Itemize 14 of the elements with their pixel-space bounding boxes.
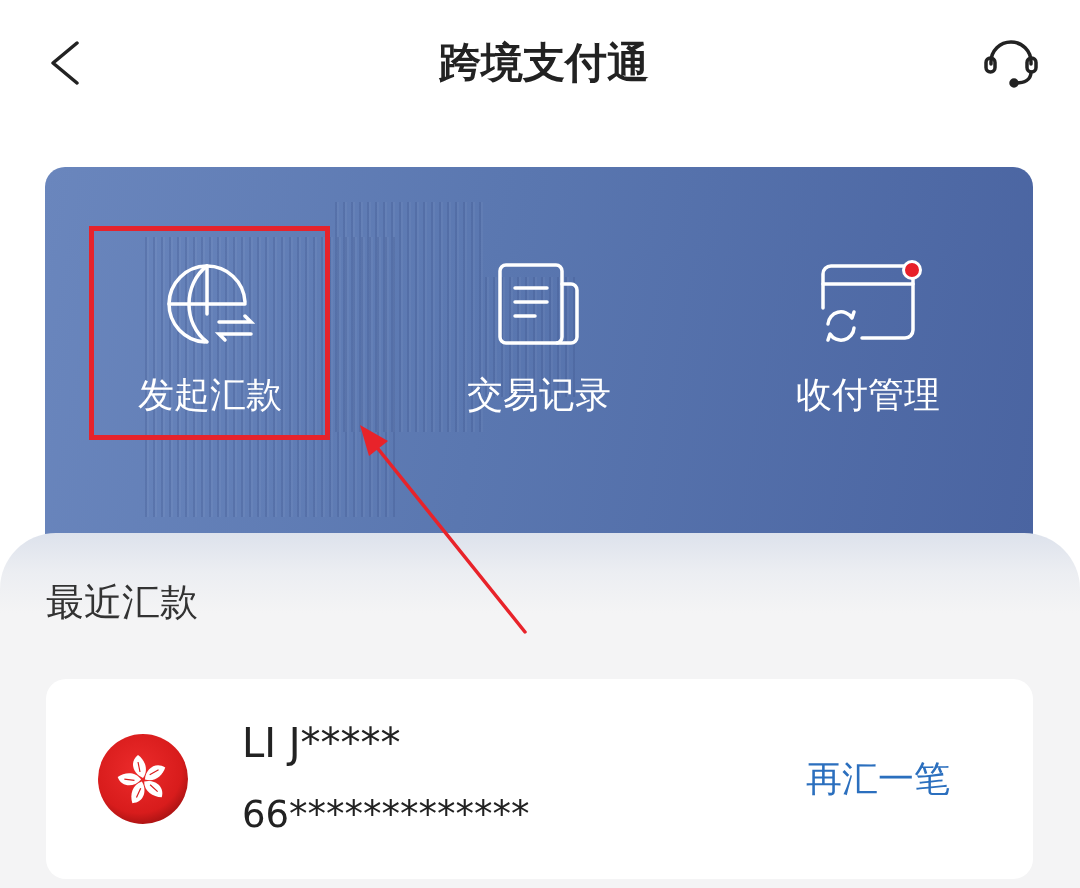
account-number: 66************* <box>242 792 530 838</box>
section-title: 最近汇款 <box>46 579 199 626</box>
headset-icon[interactable] <box>984 37 1038 88</box>
repeat-transfer-link[interactable]: 再汇一笔 <box>806 756 950 802</box>
action-button[interactable]: 收付管理 <box>747 226 989 440</box>
page-title: 跨境支付通 <box>439 36 649 89</box>
action-button[interactable]: 交易记录 <box>418 226 660 440</box>
globe-icon <box>164 262 255 346</box>
flag-icon <box>98 734 188 824</box>
document-icon <box>497 262 581 346</box>
card-icon <box>820 262 917 342</box>
action-button[interactable]: 发起汇款 <box>89 226 331 440</box>
recipient-name: LI J***** <box>242 719 402 768</box>
back-icon[interactable] <box>50 40 80 85</box>
